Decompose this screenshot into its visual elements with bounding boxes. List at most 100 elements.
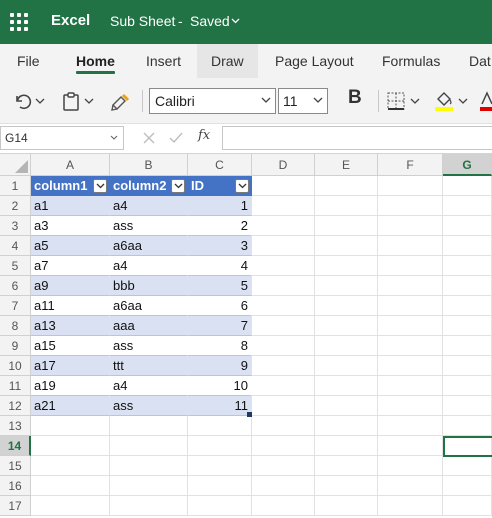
grid-cell[interactable] xyxy=(378,396,443,416)
tab-file[interactable]: File xyxy=(17,44,40,78)
grid-cell[interactable] xyxy=(252,436,315,456)
grid-cell[interactable] xyxy=(252,376,315,396)
row-header[interactable]: 14 xyxy=(0,436,31,456)
grid-cell[interactable] xyxy=(378,216,443,236)
grid-cell[interactable] xyxy=(31,496,110,516)
table-cell[interactable]: 10 xyxy=(188,376,252,396)
tab-draw[interactable]: Draw xyxy=(197,44,258,78)
grid-cell[interactable] xyxy=(315,216,378,236)
row-header[interactable]: 8 xyxy=(0,316,31,336)
app-name[interactable]: Excel xyxy=(51,12,90,29)
table-cell[interactable]: a4 xyxy=(110,256,188,276)
format-painter-button[interactable] xyxy=(110,88,132,114)
table-cell[interactable]: a3 xyxy=(31,216,110,236)
tab-data[interactable]: Dat xyxy=(469,44,491,78)
table-cell[interactable]: 4 xyxy=(188,256,252,276)
grid-cell[interactable] xyxy=(443,296,492,316)
table-cell[interactable]: 7 xyxy=(188,316,252,336)
grid-cell[interactable] xyxy=(252,216,315,236)
grid-cell[interactable] xyxy=(378,416,443,436)
table-cell[interactable]: a19 xyxy=(31,376,110,396)
active-cell-outline[interactable] xyxy=(443,436,492,457)
grid-cell[interactable] xyxy=(443,216,492,236)
grid-cell[interactable] xyxy=(443,456,492,476)
grid-cell[interactable] xyxy=(315,236,378,256)
grid-cell[interactable] xyxy=(110,436,188,456)
grid-cell[interactable] xyxy=(252,416,315,436)
grid-cell[interactable] xyxy=(315,276,378,296)
row-header[interactable]: 5 xyxy=(0,256,31,276)
grid-cell[interactable] xyxy=(110,416,188,436)
grid-cell[interactable] xyxy=(378,436,443,456)
document-name[interactable]: Sub Sheet xyxy=(110,13,175,29)
grid-cell[interactable] xyxy=(443,196,492,216)
table-cell[interactable]: ass xyxy=(110,336,188,356)
formula-input[interactable] xyxy=(222,126,492,150)
table-cell[interactable]: a9 xyxy=(31,276,110,296)
tab-home[interactable]: Home xyxy=(76,44,115,78)
table-cell[interactable]: ass xyxy=(110,216,188,236)
grid-cell[interactable] xyxy=(252,496,315,516)
row-header[interactable]: 11 xyxy=(0,376,31,396)
grid-cell[interactable] xyxy=(315,256,378,276)
filter-dropdown-icon[interactable] xyxy=(171,179,185,193)
table-cell[interactable]: 9 xyxy=(188,356,252,376)
tab-formulas[interactable]: Formulas xyxy=(382,44,440,78)
grid-cell[interactable] xyxy=(252,256,315,276)
grid-cell[interactable] xyxy=(252,236,315,256)
column-header-b[interactable]: B xyxy=(110,154,188,176)
grid-cell[interactable] xyxy=(315,436,378,456)
app-launcher-icon[interactable] xyxy=(10,13,28,31)
row-header[interactable]: 7 xyxy=(0,296,31,316)
grid-cell[interactable] xyxy=(443,356,492,376)
row-header[interactable]: 13 xyxy=(0,416,31,436)
grid-cell[interactable] xyxy=(315,416,378,436)
grid-cell[interactable] xyxy=(188,416,252,436)
grid-cell[interactable] xyxy=(315,356,378,376)
grid-cell[interactable] xyxy=(443,236,492,256)
table-cell[interactable]: aaa xyxy=(110,316,188,336)
column-header-f[interactable]: F xyxy=(378,154,443,176)
grid-cell[interactable] xyxy=(252,176,315,196)
grid-cell[interactable] xyxy=(378,456,443,476)
grid-cell[interactable] xyxy=(378,476,443,496)
grid-cell[interactable] xyxy=(443,316,492,336)
grid-cell[interactable] xyxy=(252,196,315,216)
row-header[interactable]: 2 xyxy=(0,196,31,216)
grid-cell[interactable] xyxy=(443,176,492,196)
undo-button[interactable] xyxy=(12,88,45,114)
font-color-button[interactable] xyxy=(480,88,492,114)
table-cell[interactable]: a5 xyxy=(31,236,110,256)
grid-cell[interactable] xyxy=(252,356,315,376)
table-header-cell[interactable]: ID xyxy=(188,176,252,196)
grid-cell[interactable] xyxy=(378,176,443,196)
row-header[interactable]: 12 xyxy=(0,396,31,416)
table-cell[interactable]: a4 xyxy=(110,376,188,396)
grid-cell[interactable] xyxy=(378,356,443,376)
grid-cell[interactable] xyxy=(110,456,188,476)
row-header[interactable]: 9 xyxy=(0,336,31,356)
table-cell[interactable]: a4 xyxy=(110,196,188,216)
table-cell[interactable]: 1 xyxy=(188,196,252,216)
save-status[interactable]: Saved xyxy=(190,13,230,29)
table-cell[interactable]: 6 xyxy=(188,296,252,316)
table-cell[interactable]: 5 xyxy=(188,276,252,296)
table-header-cell[interactable]: column2 xyxy=(110,176,188,196)
grid-cell[interactable] xyxy=(188,496,252,516)
paste-button[interactable] xyxy=(62,88,94,114)
grid-cell[interactable] xyxy=(315,196,378,216)
grid-cell[interactable] xyxy=(110,496,188,516)
grid-cell[interactable] xyxy=(378,296,443,316)
grid-cell[interactable] xyxy=(315,316,378,336)
cancel-icon[interactable] xyxy=(142,131,156,145)
row-header[interactable]: 1 xyxy=(0,176,31,196)
grid-cell[interactable] xyxy=(252,476,315,496)
grid-cell[interactable] xyxy=(443,336,492,356)
table-cell[interactable]: 8 xyxy=(188,336,252,356)
table-cell[interactable]: 3 xyxy=(188,236,252,256)
grid-cell[interactable] xyxy=(252,296,315,316)
table-cell[interactable]: a17 xyxy=(31,356,110,376)
table-cell[interactable]: a6aa xyxy=(110,236,188,256)
fill-color-button[interactable] xyxy=(434,88,468,114)
grid-cell[interactable] xyxy=(188,456,252,476)
